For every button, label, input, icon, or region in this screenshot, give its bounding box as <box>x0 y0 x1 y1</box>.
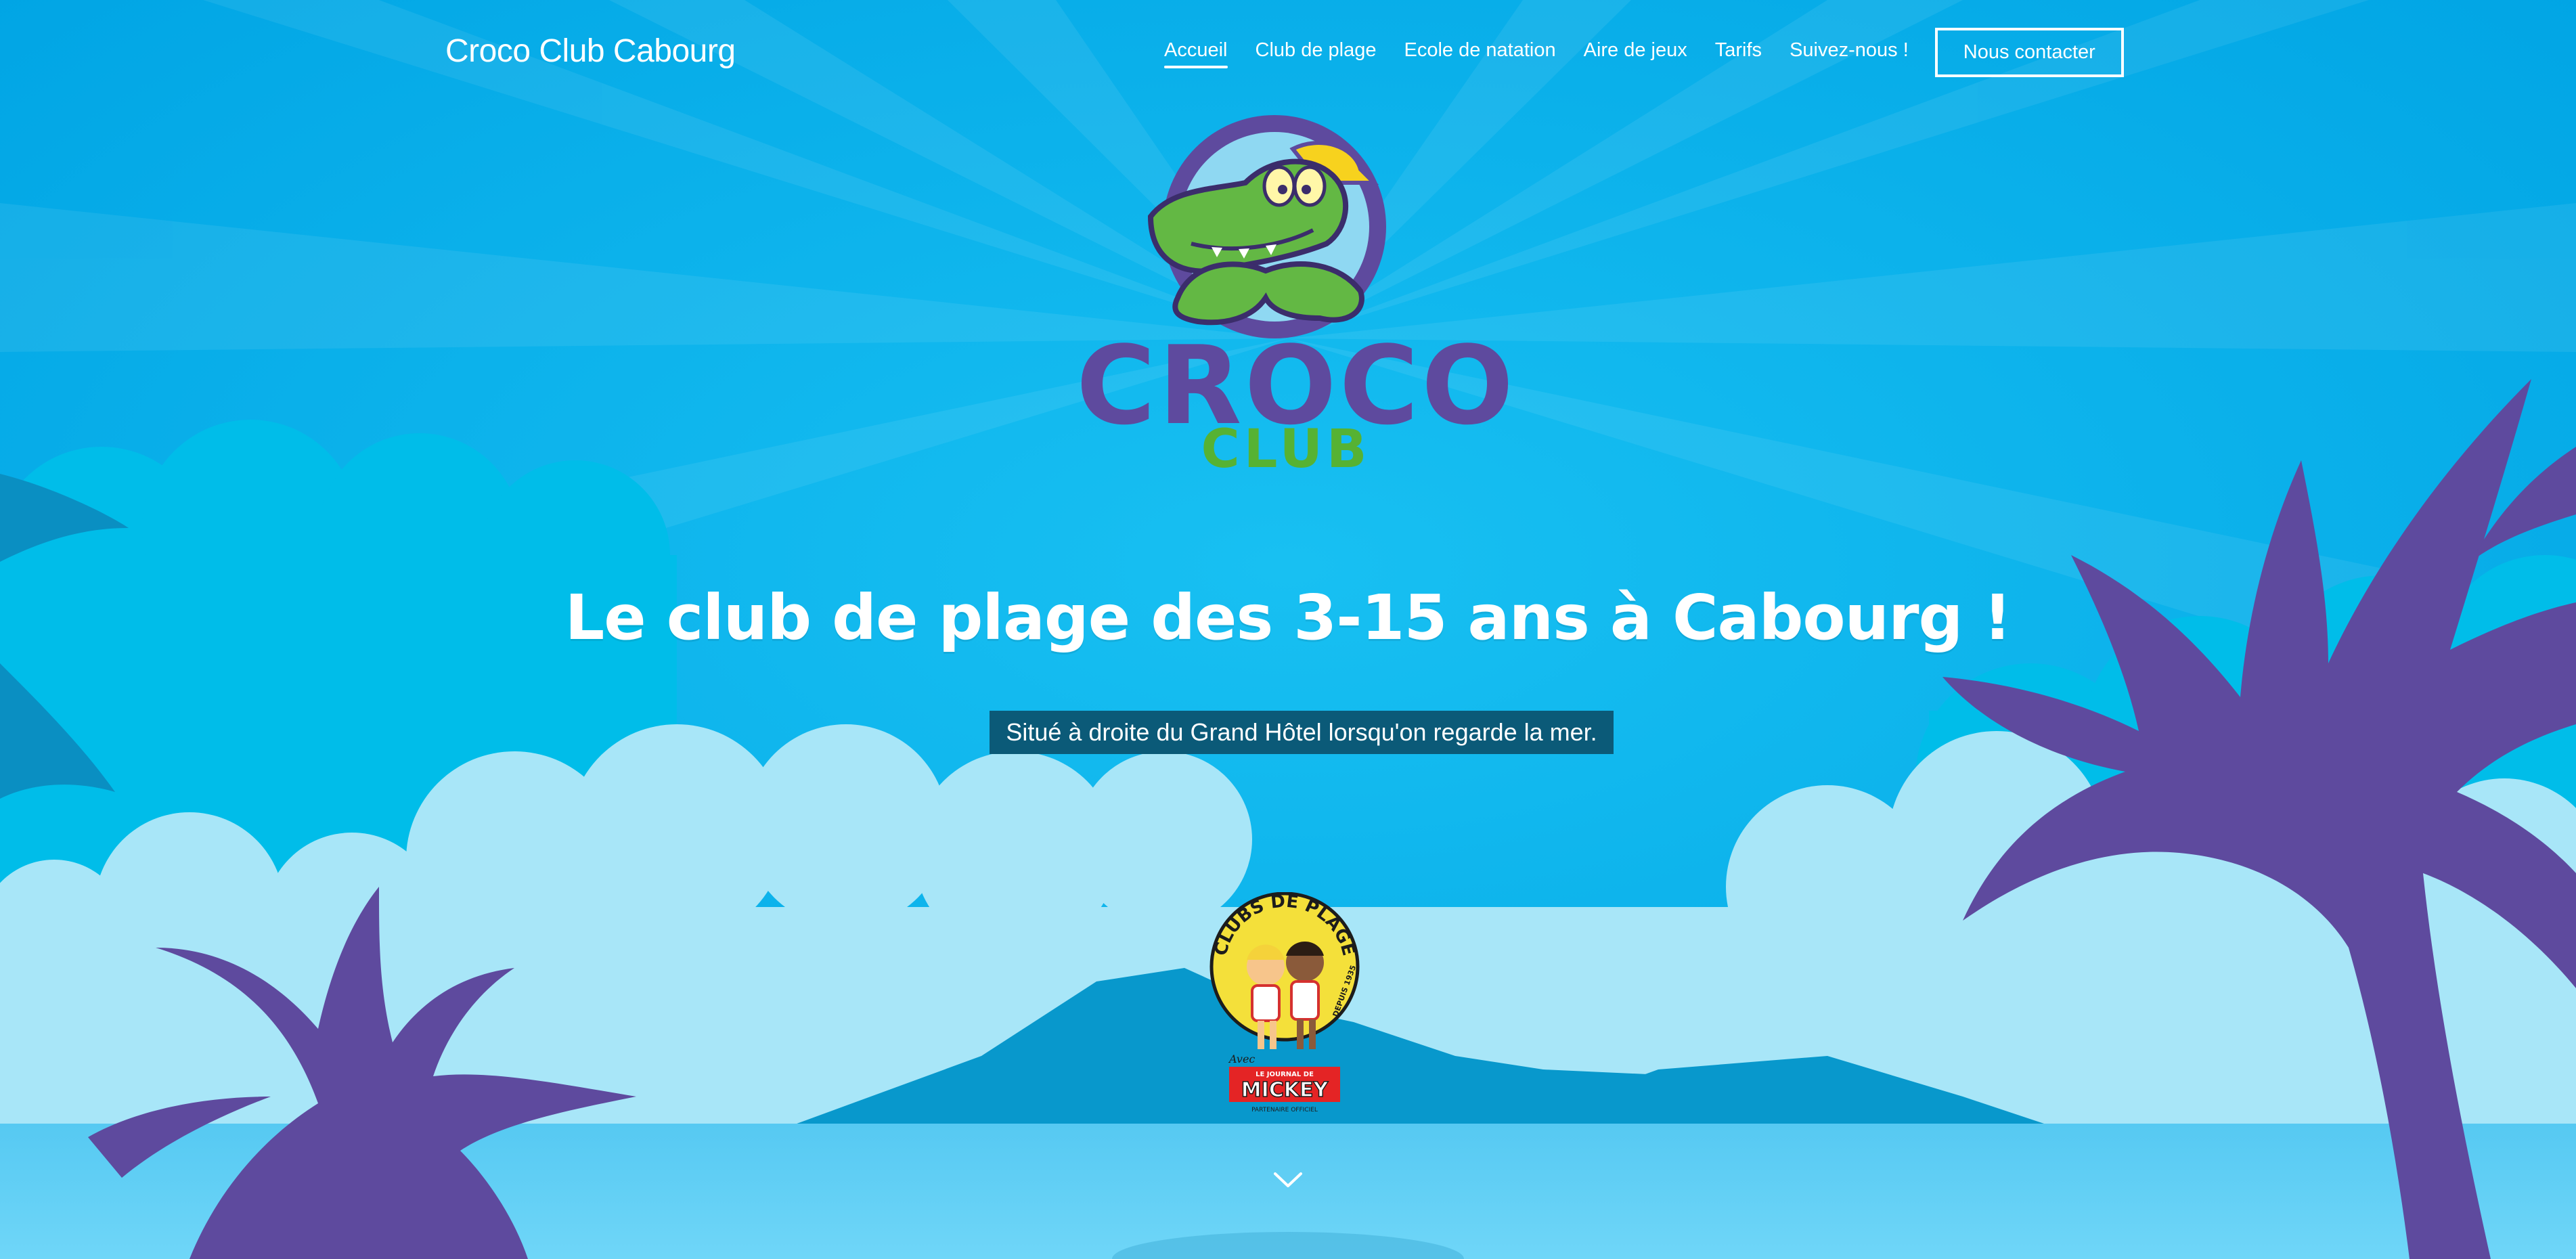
nav-item-ecole-de-natation[interactable]: Ecole de natation <box>1404 39 1555 66</box>
crocodile-mascot-icon <box>1147 115 1386 338</box>
badge-prefix-text: Avec <box>1228 1053 1255 1065</box>
hero-scene: Croco Club Cabourg Accueil Club de plage… <box>0 0 2576 1259</box>
chevron-down-icon <box>1274 1172 1302 1187</box>
badge-small-text: LE JOURNAL DE <box>1256 1071 1314 1078</box>
clubs-de-plage-mickey-badge: CLUBS DE PLAGE DEPUIS 1935 Avec LE JOURN… <box>1205 891 1364 1116</box>
nav-item-tarifs[interactable]: Tarifs <box>1715 39 1762 66</box>
clubs-de-plage-badge-icon: CLUBS DE PLAGE DEPUIS 1935 Avec LE JOURN… <box>1209 891 1360 1113</box>
scroll-down-button[interactable] <box>1271 1168 1305 1191</box>
nav-item-club-de-plage[interactable]: Club de plage <box>1256 39 1377 66</box>
badge-bottom-text: PARTENAIRE OFFICIEL <box>1251 1107 1318 1113</box>
site-header: Croco Club Cabourg Accueil Club de plage… <box>0 0 2576 105</box>
contact-button[interactable]: Nous contacter <box>1934 27 2124 77</box>
nav-item-aire-de-jeux[interactable]: Aire de jeux <box>1584 39 1687 66</box>
nav-item-suivez-nous[interactable]: Suivez-nous ! <box>1790 39 1909 66</box>
main-nav: Accueil Club de plage Ecole de natation … <box>1164 27 2124 77</box>
location-note: Situé à droite du Grand Hôtel lorsqu'on … <box>990 711 1614 754</box>
hero-heading: Le club de plage des 3-15 ans à Cabourg … <box>564 581 2012 654</box>
nav-item-accueil[interactable]: Accueil <box>1164 39 1228 68</box>
site-title-link[interactable]: Croco Club Cabourg <box>445 32 736 70</box>
badge-brand-text: MICKEY <box>1241 1078 1329 1102</box>
logo-word-club: CLUB <box>1201 419 1371 480</box>
croco-club-logo: CROCO CLUB <box>1076 115 1513 481</box>
